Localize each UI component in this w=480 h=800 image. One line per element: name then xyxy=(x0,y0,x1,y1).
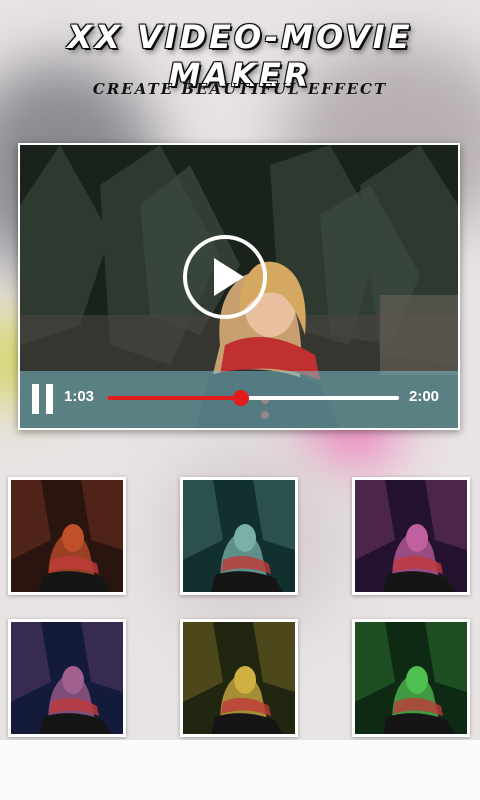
effect-thumbnail-effect-teal[interactable] xyxy=(180,477,298,595)
video-player[interactable]: 1:03 2:00 xyxy=(18,143,460,430)
effect-thumbnail-effect-olive[interactable] xyxy=(180,619,298,737)
seek-progress xyxy=(107,396,242,400)
pause-icon[interactable] xyxy=(32,384,54,414)
effect-thumbnail-effect-red[interactable] xyxy=(8,477,126,595)
effect-thumbnail-effect-blue[interactable] xyxy=(8,619,126,737)
app-subtitle: CREATE BEAUTIFUL EFFECT xyxy=(92,80,388,98)
seek-bar[interactable] xyxy=(107,390,399,406)
play-icon xyxy=(214,258,244,296)
bottom-area xyxy=(0,740,480,800)
effect-thumbnail-effect-purple[interactable] xyxy=(352,477,470,595)
play-button[interactable] xyxy=(183,235,267,319)
effect-thumbnail-effect-green[interactable] xyxy=(352,619,470,737)
seek-thumb[interactable] xyxy=(233,390,250,406)
total-time: 2:00 xyxy=(409,388,440,405)
player-controls: 1:03 2:00 xyxy=(20,371,458,428)
current-time: 1:03 xyxy=(64,388,95,405)
